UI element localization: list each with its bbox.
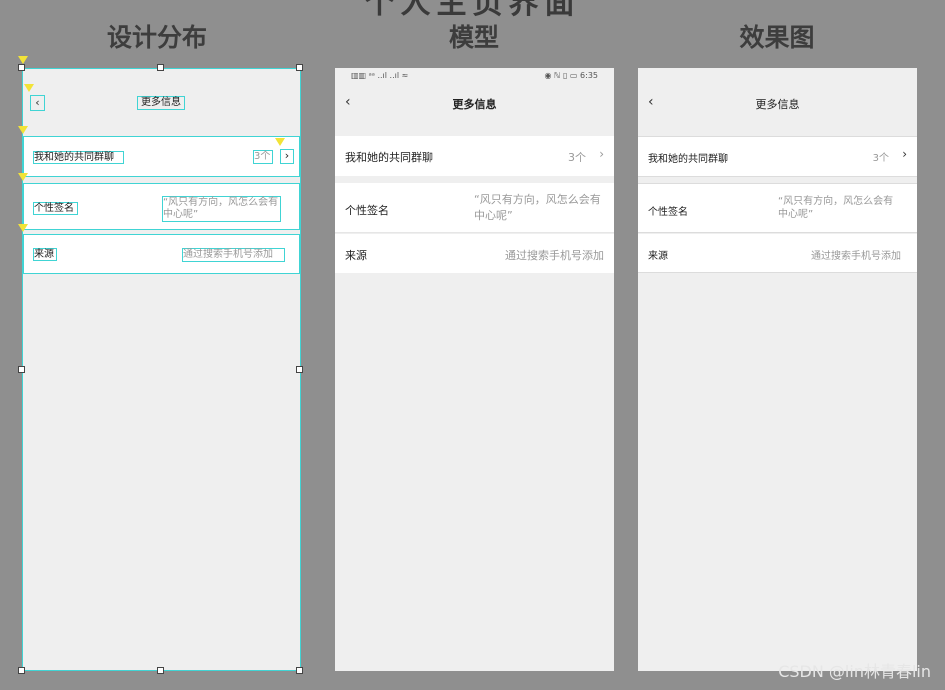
status-bar: ▥▥ ᵃᵃ ..ıl ..ıl ≈ ◉ ℕ ▯ ▭ 6:35 — [335, 68, 614, 86]
signature-label: 个性签名 — [345, 204, 389, 217]
groups-count: 3个 — [872, 153, 889, 164]
nav-title: 更多信息 — [137, 96, 185, 110]
status-bar-left: ▥▥ ᵃᵃ ..ıl ..ıl ≈ — [351, 71, 409, 80]
groups-row[interactable]: 我和她的共同群聊 3个 › — [638, 136, 917, 177]
column-title-result: 效果图 — [739, 23, 815, 52]
back-icon[interactable]: ‹ — [30, 95, 45, 111]
chevron-right-icon[interactable]: › — [599, 147, 604, 161]
status-bar-right: ◉ ℕ ▯ ▭ 6:35 — [544, 71, 598, 80]
source-label: 来源 — [345, 249, 367, 262]
groups-label: 我和她的共同群聊 — [33, 151, 124, 164]
anchor-marker-icon — [18, 173, 28, 181]
groups-row[interactable]: 我和她的共同群聊 3个 › — [23, 136, 300, 177]
source-label: 来源 — [33, 248, 57, 261]
nav-bar: ‹ 更多信息 — [335, 86, 614, 120]
anchor-marker-icon — [18, 56, 28, 64]
resize-handle[interactable] — [296, 64, 303, 71]
source-row: 来源 通过搜索手机号添加 — [335, 234, 614, 273]
signature-row: 个性签名 “风只有方向，风怎么会有中心呢” — [638, 183, 917, 233]
signature-label: 个性签名 — [33, 202, 78, 215]
signature-row: 个性签名 “风只有方向，风怎么会有中心呢” — [335, 183, 614, 233]
resize-handle[interactable] — [157, 667, 164, 674]
nav-title: 更多信息 — [452, 98, 497, 111]
anchor-marker-icon — [18, 126, 28, 134]
chevron-right-icon[interactable]: › — [902, 147, 907, 161]
chevron-right-icon[interactable]: › — [280, 149, 294, 164]
anchor-marker-icon — [24, 84, 34, 92]
groups-count: 3个 — [253, 150, 273, 164]
groups-row[interactable]: 我和她的共同群聊 3个 › — [335, 136, 614, 176]
resize-handle[interactable] — [18, 667, 25, 674]
source-label: 来源 — [648, 251, 668, 262]
signature-value: “风只有方向，风怎么会有中心呢” — [778, 196, 894, 220]
source-row: 来源 通过搜索手机号添加 — [23, 234, 300, 274]
signature-row: 个性签名 “风只有方向，风怎么会有中心呢” — [23, 183, 300, 230]
source-value: 通过搜索手机号添加 — [182, 248, 285, 262]
resize-handle[interactable] — [296, 366, 303, 373]
nav-bar: ‹ 更多信息 — [638, 86, 917, 120]
signature-value: “风只有方向，风怎么会有中心呢” — [474, 193, 601, 222]
resize-handle[interactable] — [18, 366, 25, 373]
design-phone-frame: ‹ 更多信息 我和她的共同群聊 3个 › 个性签名 “风只有方向，风怎么会有中心… — [22, 68, 301, 671]
signature-label: 个性签名 — [648, 207, 688, 218]
source-value: 通过搜索手机号添加 — [505, 249, 604, 262]
model-phone-frame: ▥▥ ᵃᵃ ..ıl ..ıl ≈ ◉ ℕ ▯ ▭ 6:35 ‹ 更多信息 我和… — [335, 68, 614, 671]
watermark: CSDN @lin林青春lin — [778, 662, 931, 681]
resize-handle[interactable] — [18, 64, 25, 71]
source-row: 来源 通过搜索手机号添加 — [638, 234, 917, 273]
resize-handle[interactable] — [296, 667, 303, 674]
nav-title: 更多信息 — [755, 98, 800, 111]
resize-handle[interactable] — [157, 64, 164, 71]
column-title-model: 模型 — [448, 23, 499, 52]
anchor-marker-icon — [18, 224, 28, 232]
groups-count: 3个 — [568, 151, 586, 164]
source-value: 通过搜索手机号添加 — [811, 251, 901, 262]
groups-label: 我和她的共同群聊 — [648, 154, 728, 165]
groups-label: 我和她的共同群聊 — [345, 151, 433, 164]
column-title-design: 设计分布 — [106, 23, 207, 52]
anchor-marker-icon — [275, 138, 285, 146]
result-phone-frame: ‹ 更多信息 我和她的共同群聊 3个 › 个性签名 “风只有方向，风怎么会有中心… — [638, 68, 917, 671]
signature-value: “风只有方向，风怎么会有中心呢” — [162, 196, 281, 222]
